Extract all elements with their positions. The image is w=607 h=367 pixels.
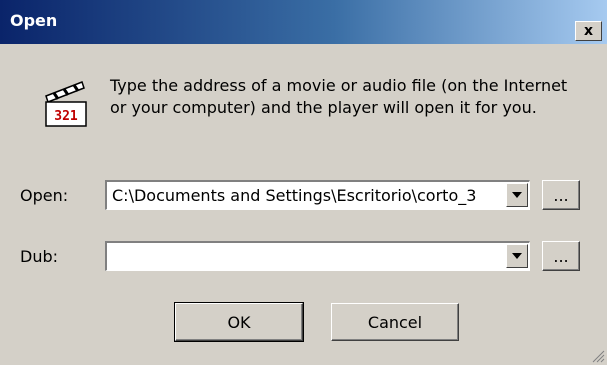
dropdown-arrow-icon (512, 192, 522, 198)
open-label: Open: (20, 186, 69, 205)
icon-badge-text: 321 (54, 109, 78, 124)
instruction-text: Type the address of a movie or audio fil… (110, 76, 568, 117)
dub-dropdown-button[interactable] (506, 244, 528, 268)
close-icon: x (583, 23, 594, 39)
cancel-button-label: Cancel (367, 312, 423, 332)
dub-browse-button[interactable]: ... (542, 241, 580, 271)
dropdown-arrow-icon (512, 253, 522, 259)
open-browse-button[interactable]: ... (542, 180, 580, 210)
resize-grip-icon[interactable] (591, 349, 605, 363)
open-dialog: Open x 321 Type the address of a movie o… (0, 0, 607, 365)
close-button[interactable]: x (575, 21, 602, 41)
open-combobox[interactable]: C:\Documents and Settings\Escritorio\cor… (105, 180, 530, 210)
dub-browse-label: ... (553, 246, 569, 266)
dub-label: Dub: (20, 247, 59, 266)
window-title: Open (10, 11, 58, 30)
ok-button-label: OK (227, 312, 251, 332)
open-dropdown-button[interactable] (506, 183, 528, 207)
title-bar[interactable]: Open x (0, 0, 607, 44)
clapperboard-321-icon: 321 (42, 80, 92, 130)
cancel-button[interactable]: Cancel (331, 303, 459, 341)
open-browse-label: ... (553, 185, 569, 205)
dub-combobox[interactable] (105, 241, 530, 271)
ok-button[interactable]: OK (174, 302, 304, 342)
open-input[interactable]: C:\Documents and Settings\Escritorio\cor… (112, 186, 499, 205)
